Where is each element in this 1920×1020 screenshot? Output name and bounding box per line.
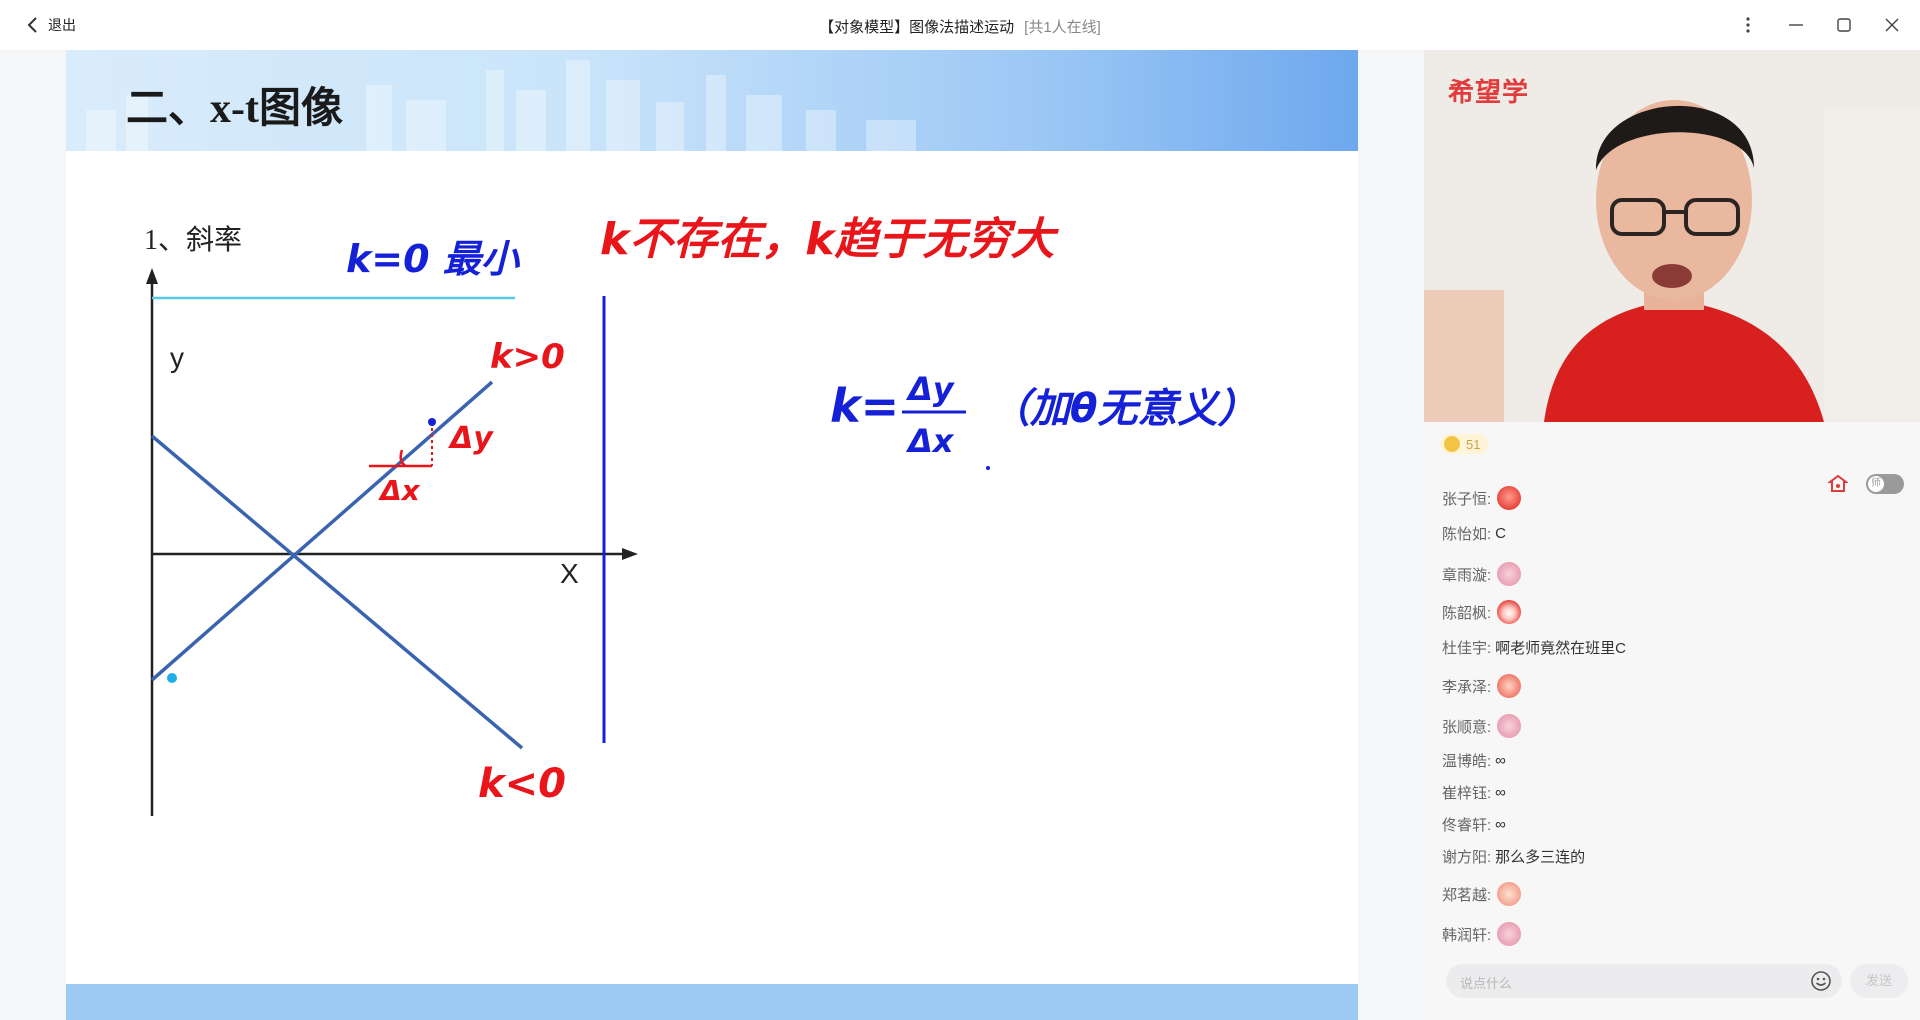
chat-sender: 温博皓: xyxy=(1442,753,1492,770)
window-title: 【对象模型】图像法描述运动 [共1人在线] xyxy=(0,16,1920,37)
exit-button[interactable]: 退出 xyxy=(26,14,76,36)
maximize-button[interactable] xyxy=(1829,10,1859,40)
chat-message: 李承泽: xyxy=(1442,674,1522,698)
more-vertical-icon xyxy=(1746,17,1750,33)
teacher-toggle-knob: 师 xyxy=(1868,476,1884,492)
online-count: [共1人在线] xyxy=(1024,19,1101,36)
chat-message: 张顺意: xyxy=(1442,714,1522,738)
chat-message: 陈韶枫: xyxy=(1442,600,1522,624)
chat-message: 章雨漩: xyxy=(1442,562,1522,586)
chat-text: C xyxy=(1495,525,1507,542)
right-panel: 希望学 51 师 张子恒: 陈怡如: C 章雨漩: 陈韶枫: 杜佳宇: 啊老师竟… xyxy=(1424,50,1920,1020)
like-counter[interactable]: 51 xyxy=(1440,434,1489,454)
chevron-left-icon xyxy=(27,17,37,33)
formula-k: k= xyxy=(830,379,899,433)
chat-sender: 佟睿轩: xyxy=(1442,817,1492,834)
chat-filter-icon[interactable] xyxy=(1828,474,1848,494)
chat-text: ∞ xyxy=(1495,816,1506,833)
emoji-thumbs-up-icon xyxy=(1497,882,1522,906)
chat-message: 佟睿轩: ∞ xyxy=(1442,814,1506,835)
minimize-button[interactable] xyxy=(1781,10,1811,40)
chat-message: 谢方阳: 那么多三连的 xyxy=(1442,846,1585,867)
emoji-rocket-icon xyxy=(1497,714,1522,738)
chat-sender: 李承泽: xyxy=(1442,678,1492,696)
start-point-marker xyxy=(167,673,177,683)
teacher-only-toggle[interactable]: 师 xyxy=(1866,474,1904,494)
increasing-line xyxy=(150,380,494,682)
annotation-k-zero: k=0 最小 xyxy=(346,237,521,281)
close-icon xyxy=(1885,18,1899,32)
chat-input[interactable]: 说点什么 xyxy=(1446,964,1842,998)
emoji-face-icon xyxy=(1497,486,1522,510)
emoji-picker-icon[interactable] xyxy=(1810,970,1832,992)
annotation-delta-y: Δy xyxy=(448,421,494,456)
chat-sender: 杜佳宇: xyxy=(1442,640,1492,657)
chat-text: ∞ xyxy=(1495,752,1506,769)
chat-input-placeholder: 说点什么 xyxy=(1460,976,1513,991)
formula-note: （加θ无意义） xyxy=(990,386,1257,432)
coin-icon xyxy=(1444,436,1460,452)
xt-graph-canvas: k=0 最小 k不存在，k趋于无穷大 k>0 k<0 Δy Δx k= Δy Δ… xyxy=(146,214,1257,816)
send-button[interactable]: 发送 xyxy=(1850,964,1908,998)
more-menu-button[interactable] xyxy=(1733,10,1763,40)
decreasing-line xyxy=(150,434,524,750)
emoji-glasses-icon xyxy=(1497,674,1522,698)
brand-logo: 希望学 xyxy=(1448,77,1530,107)
emoji-rocket-icon xyxy=(1497,922,1522,946)
chat-text: ∞ xyxy=(1495,784,1506,801)
chat-message: 韩润轩: xyxy=(1442,922,1522,946)
chat-message: 郑茗越: xyxy=(1442,882,1522,906)
teacher-video: 希望学 xyxy=(1424,50,1920,422)
chat-sender: 章雨漩: xyxy=(1442,566,1492,584)
chat-tools: 师 xyxy=(1828,474,1904,494)
chat-sender: 陈韶枫: xyxy=(1442,604,1492,622)
slide: 二、x-t图像 1、斜率 y X k=0 最小 k不存在，k趋于无穷大 k>0 … xyxy=(66,50,1358,1020)
emoji-rocket-icon xyxy=(1497,562,1522,586)
annotation-delta-x: Δx xyxy=(378,474,421,507)
minimize-icon xyxy=(1789,24,1803,26)
class-title: 【对象模型】图像法描述运动 xyxy=(819,19,1015,36)
maximize-icon xyxy=(1837,18,1851,32)
chat-message: 陈怡如: C xyxy=(1442,523,1506,544)
title-bar: 退出 【对象模型】图像法描述运动 [共1人在线] xyxy=(0,0,1920,50)
slope-formula: k= Δy Δx （加θ无意义） xyxy=(830,370,1257,470)
chat-sender: 张顺意: xyxy=(1442,718,1492,736)
close-button[interactable] xyxy=(1877,10,1907,40)
annotation-k-positive: k>0 xyxy=(490,337,565,377)
formula-numerator: Δy xyxy=(905,370,955,408)
chat-sender: 崔梓钰: xyxy=(1442,785,1492,802)
annotation-k-undefined: k不存在，k趋于无穷大 xyxy=(600,214,1060,265)
chat-message: 杜佳宇: 啊老师竟然在班里C xyxy=(1442,637,1626,658)
chat-text: 啊老师竟然在班里C xyxy=(1495,640,1627,657)
chat-sender: 谢方阳: xyxy=(1442,849,1492,866)
chat-message: 温博皓: ∞ xyxy=(1442,750,1506,771)
like-count: 51 xyxy=(1466,436,1481,452)
chat-sender: 韩润轩: xyxy=(1442,926,1492,944)
chat-sender: 张子恒: xyxy=(1442,490,1492,508)
chat-message: 崔梓钰: ∞ xyxy=(1442,782,1506,803)
formula-denominator: Δx xyxy=(905,422,955,460)
chat-message: 张子恒: xyxy=(1442,486,1522,510)
exit-label: 退出 xyxy=(48,17,76,33)
chat-sender: 郑茗越: xyxy=(1442,886,1492,904)
annotation-k-negative: k<0 xyxy=(478,761,566,807)
slide-stage: 二、x-t图像 1、斜率 y X k=0 最小 k不存在，k趋于无穷大 k>0 … xyxy=(0,50,1424,1020)
emoji-mouth-icon xyxy=(1497,600,1522,624)
chat-sender: 陈怡如: xyxy=(1442,526,1492,543)
chat-text: 那么多三连的 xyxy=(1495,849,1586,866)
slide-footer-bar xyxy=(66,984,1358,1020)
